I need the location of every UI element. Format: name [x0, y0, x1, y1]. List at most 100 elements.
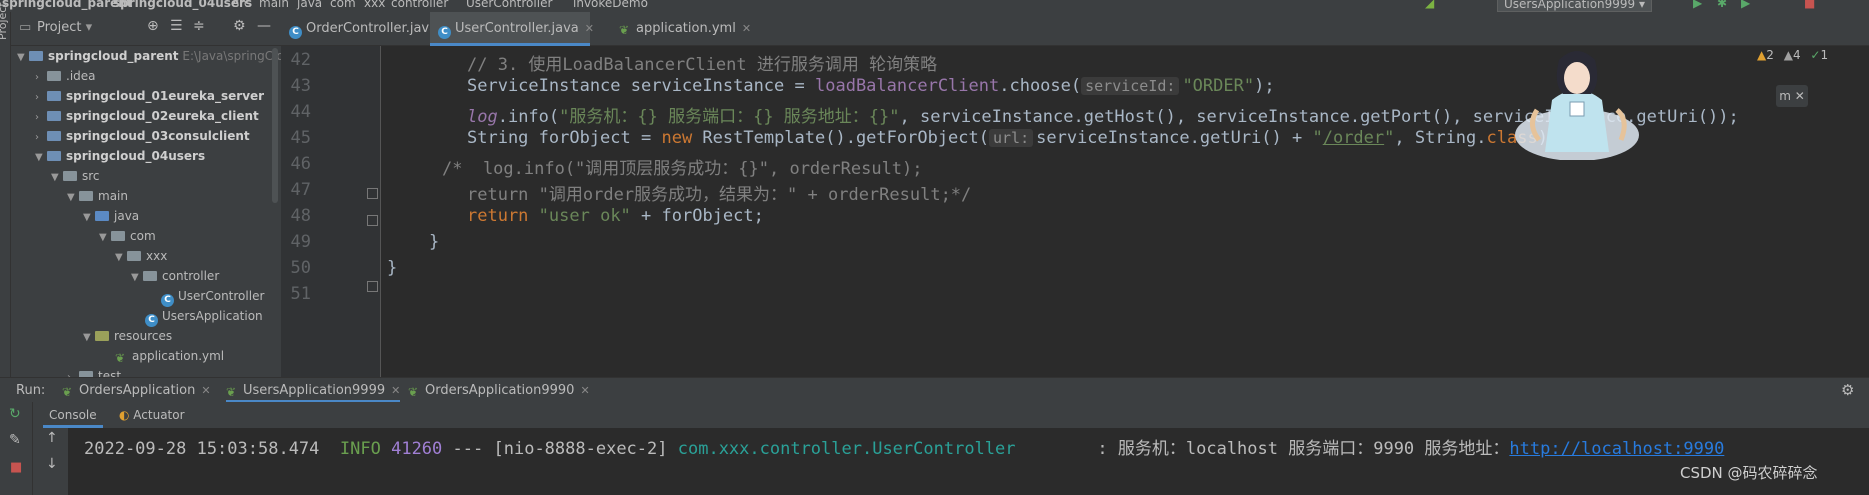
tree-item-package[interactable]: ▼ com — [99, 226, 156, 246]
close-icon[interactable]: ✕ — [391, 384, 400, 397]
breadcrumb-item[interactable]: controller — [391, 0, 448, 10]
spring-leaf-icon: ❦ — [115, 351, 126, 365]
project-scrollbar[interactable] — [272, 48, 278, 203]
class-icon: C — [289, 26, 302, 39]
expand-all-icon[interactable]: ☰ — [170, 18, 183, 34]
breadcrumb-item[interactable]: main — [259, 0, 289, 10]
watermark: CSDN @码农碎碎念 — [1680, 464, 1818, 482]
run-tool-bar: Run: ❦ OrdersApplication ✕ ❦ UsersApplicati… — [0, 377, 1869, 403]
hammer-icon[interactable]: ◢ — [1425, 0, 1434, 10]
debug-icon[interactable]: ✱ — [1717, 0, 1727, 10]
class-icon: C — [438, 26, 451, 39]
breadcrumb-item[interactable]: src — [233, 0, 251, 10]
breadcrumb-item[interactable]: springcloud_04users — [113, 0, 252, 10]
stop-icon[interactable]: ■ — [10, 460, 22, 475]
line-number: 48 — [290, 206, 311, 226]
tree-item-module[interactable]: › springcloud_03consulclient — [35, 126, 250, 146]
fold-toggle-icon[interactable] — [367, 215, 378, 226]
tree-item-idea[interactable]: › .idea — [35, 66, 96, 86]
project-view-icon: ▭ — [19, 20, 32, 35]
run-side-toolbar: ↻ ✎ ■ — [0, 402, 33, 495]
tree-item-class[interactable]: C UserController — [161, 286, 264, 307]
tree-item-folder[interactable]: ▼ src — [51, 166, 100, 186]
log-url-link[interactable]: http://localhost:9990 — [1509, 439, 1724, 459]
breadcrumb-item[interactable]: UserController — [466, 0, 552, 10]
tree-item-folder[interactable]: ▼ java — [83, 206, 139, 226]
line-number: 44 — [290, 102, 311, 122]
code-line: // 3. 使用LoadBalancerClient 进行服务调用 轮询策略 — [467, 55, 938, 75]
code-line: return "user ok" + forObject; — [467, 206, 764, 226]
line-number: 43 — [290, 76, 311, 96]
collapse-all-icon[interactable]: ≑ — [193, 18, 205, 34]
maven-reload-button[interactable]: m ✕ — [1776, 85, 1808, 107]
arrow-down-icon[interactable]: ↓ — [46, 456, 58, 472]
wrench-icon[interactable]: ✎ — [9, 432, 21, 448]
tree-item-folder[interactable]: ▼ resources — [83, 326, 172, 346]
close-icon[interactable]: ✕ — [580, 384, 589, 397]
project-panel: ▭ Project ▾ ⊕ ☰ ≑ ⚙ — ▼ springcloud_paren… — [11, 12, 281, 377]
tree-item-package[interactable]: ▼ xxx — [115, 246, 167, 266]
rerun-icon[interactable]: ↻ — [9, 406, 21, 422]
console-side-toolbar: ↑ ↓ — [33, 428, 68, 495]
project-panel-header: ▭ Project ▾ ⊕ ☰ ≑ ⚙ — — [11, 12, 281, 46]
run-tab-users[interactable]: ❦ UsersApplication9999 ✕ — [226, 378, 401, 403]
close-icon[interactable]: ✕ — [585, 22, 594, 35]
tab-application-yml[interactable]: ❦ application.yml ✕ — [611, 12, 751, 46]
actuator-icon: ◐ — [119, 408, 134, 422]
project-view-select[interactable]: Project ▾ — [37, 20, 92, 35]
tree-item-module[interactable]: › springcloud_01eureka_server — [35, 86, 264, 106]
mascot-sticker-icon — [1515, 51, 1639, 160]
run-config-select[interactable]: UsersApplication9999 ▾ — [1497, 0, 1653, 12]
run-label: Run: — [16, 383, 46, 398]
tree-root[interactable]: ▼ springcloud_parent E:\Java\springClo — [17, 46, 281, 66]
weak-warning-icon: ▲ — [1783, 48, 1793, 62]
code-line: String forObject = new RestTemplate().ge… — [467, 128, 1558, 148]
check-icon: ✓ — [1810, 48, 1821, 62]
tree-item-folder[interactable]: ▼ main — [67, 186, 128, 206]
run-icon[interactable]: ▶ — [1693, 0, 1702, 10]
tab-user-controller[interactable]: C UserController.java ✕ — [430, 12, 594, 46]
arrow-up-icon[interactable]: ↑ — [46, 430, 58, 446]
inspection-widget[interactable]: ▲2 ▲4 ✓1 — [1757, 48, 1828, 62]
line-number: 42 — [290, 50, 311, 70]
breadcrumb-item[interactable]: xxx — [364, 0, 385, 10]
code-line: } — [387, 258, 398, 278]
gear-icon[interactable]: ⚙ — [233, 18, 246, 34]
line-number: 49 — [290, 232, 311, 252]
tree-item-package[interactable]: ▼ controller — [131, 266, 219, 286]
spring-boot-icon: ❦ — [226, 385, 237, 399]
breadcrumb-item[interactable]: invokeDemo — [573, 0, 648, 10]
code-line: ServiceInstance serviceInstance = loadBa… — [467, 76, 1275, 96]
run-tab-orders[interactable]: ❦ OrdersApplication ✕ — [62, 378, 211, 403]
tree-item-module[interactable]: ▼ springcloud_04users — [35, 146, 205, 166]
line-number: 45 — [290, 128, 311, 148]
tool-window-strip: Project — [0, 2, 11, 377]
locate-icon[interactable]: ⊕ — [147, 18, 159, 34]
project-tool-button[interactable]: Project — [0, 2, 9, 40]
tree-item-file[interactable]: ❦ application.yml — [115, 346, 224, 366]
spring-boot-icon: ❦ — [408, 385, 419, 399]
run-tab-orders-9990[interactable]: ❦ OrdersApplication9990 ✕ — [408, 378, 590, 403]
breadcrumb-item[interactable]: java — [297, 0, 322, 10]
tree-item-class[interactable]: C UsersApplication — [145, 306, 263, 327]
coverage-icon[interactable]: ▶ — [1741, 0, 1750, 10]
tab-console[interactable]: Console — [43, 402, 103, 428]
tab-actuator[interactable]: ◐ Actuator — [119, 402, 185, 428]
breadcrumb-item[interactable]: com — [330, 0, 356, 10]
tree-item-module[interactable]: › springcloud_02eureka_client — [35, 106, 259, 126]
gear-icon[interactable]: ⚙ — [1841, 378, 1854, 403]
fold-toggle-icon[interactable] — [367, 188, 378, 199]
tab-order-controller[interactable]: COrderController.java✕ — [281, 12, 452, 46]
hide-panel-icon[interactable]: — — [257, 18, 271, 34]
fold-toggle-icon[interactable] — [367, 281, 378, 292]
console-output[interactable]: 2022-09-28 15:03:58.474 INFO 41260 --- [… — [68, 428, 1869, 495]
log-line: 2022-09-28 15:03:58.474 INFO 41260 --- [… — [84, 439, 1725, 459]
close-icon[interactable]: ✕ — [201, 384, 210, 397]
stop-icon[interactable]: ■ — [1804, 0, 1815, 10]
spring-leaf-icon: ❦ — [619, 23, 630, 37]
tree-item-folder[interactable]: ›test — [67, 366, 121, 377]
code-line: return "调用order服务成功，结果为：" + orderResult;… — [467, 185, 972, 205]
console-tab-bar: Console ◐ Actuator — [33, 402, 1869, 428]
code-line: /* log.info("调用顶层服务成功：{}", orderResult); — [442, 159, 923, 179]
close-icon[interactable]: ✕ — [742, 22, 751, 35]
